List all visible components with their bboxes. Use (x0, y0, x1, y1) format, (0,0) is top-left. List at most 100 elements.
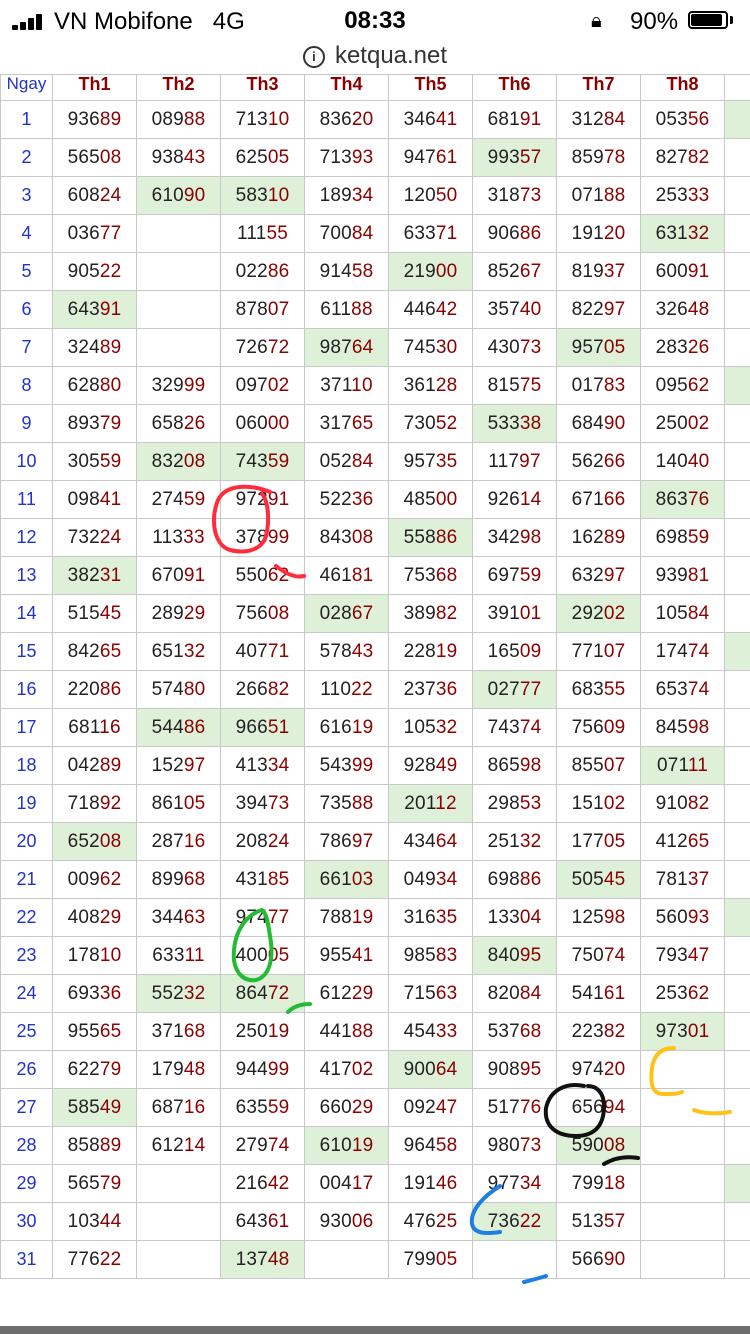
result-cell: 64391 (52, 290, 137, 329)
result-head-digits: 893 (67, 412, 100, 434)
result-cell: 73224 (52, 518, 137, 557)
result-cell: 97420 (556, 1050, 641, 1089)
result-tail-digits: 91 (99, 298, 122, 320)
result-head-digits: 431 (235, 868, 268, 890)
result-head-digits: 632 (571, 564, 604, 586)
row-day: 9 (0, 404, 53, 443)
results-table-container[interactable]: Ngay Th1 Th2 Th3 Th4 Th5 Th6 Th7 Th8 1 93689 08988… (0, 74, 750, 1279)
result-tail-digits: 89 (99, 108, 122, 130)
result-tail-digits: 53 (519, 792, 542, 814)
result-head-digits: 316 (403, 906, 436, 928)
result-tail-digits: 71 (267, 640, 290, 662)
result-tail-digits: 75 (519, 374, 542, 396)
result-cell: 61619 (304, 708, 389, 747)
result-cell: 47625 (388, 1202, 473, 1241)
result-tail-digits: 19 (351, 716, 374, 738)
row-day: 29 (0, 1164, 53, 1203)
result-cell: 28326 (640, 328, 725, 367)
result-cell: 56508 (52, 138, 137, 177)
result-head-digits: 827 (655, 146, 688, 168)
result-cell: 10532 (388, 708, 473, 747)
result-cell: 52236 (304, 480, 389, 519)
result-cell: 40829 (52, 898, 137, 937)
result-cell (472, 1240, 557, 1279)
result-cell: 78697 (304, 822, 389, 861)
result-cell: 66029 (304, 1088, 389, 1127)
result-tail-digits: 83 (603, 374, 626, 396)
row-day: 23 (0, 936, 53, 975)
result-tail-digits: 43 (183, 146, 206, 168)
result-head-digits: 089 (151, 108, 184, 130)
result-tail-digits: 06 (351, 1210, 374, 1232)
result-cell: 43185 (220, 860, 305, 899)
result-head-digits: 223 (571, 1020, 604, 1042)
result-tail-digits: 99 (267, 526, 290, 548)
result-cell: 17810 (52, 936, 137, 975)
table-row: 16 22086 57480 26682 11022 23736 02777 68355 653… (0, 670, 750, 709)
result-tail-digits: 19 (435, 640, 458, 662)
result-cell: 01783 (556, 366, 641, 405)
result-head-digits: 060 (235, 412, 268, 434)
result-cell: 04934 (388, 860, 473, 899)
info-icon[interactable]: i (302, 46, 325, 68)
result-head-digits: 732 (67, 526, 100, 548)
result-tail-digits: 08 (267, 602, 290, 624)
result-head-digits: 110 (320, 678, 352, 700)
result-tail-digits: 61 (603, 982, 626, 1004)
result-tail-digits: 84 (687, 602, 710, 624)
result-head-digits: 250 (235, 1020, 268, 1042)
result-head-digits: 318 (487, 184, 520, 206)
result-head-digits: 753 (403, 564, 436, 586)
result-cell: 00962 (52, 860, 137, 899)
result-head-digits: 633 (403, 222, 436, 244)
result-cell: 54486 (136, 708, 221, 747)
result-head-digits: 004 (319, 1172, 352, 1194)
result-head-digits: 287 (151, 830, 184, 852)
table-row: 8 62880 32999 09702 37110 36128 81575 01783 0956… (0, 366, 750, 405)
result-head-digits: 987 (319, 336, 352, 358)
result-head-digits: 201 (404, 792, 436, 814)
result-cell: 61090 (136, 176, 221, 215)
result-head-digits: 537 (487, 1020, 520, 1042)
result-head-digits: 565 (67, 1172, 100, 1194)
result-head-digits: 558 (403, 526, 436, 548)
result-head-digits: 522 (319, 488, 352, 510)
result-tail-digits: 81 (687, 564, 710, 586)
address-bar[interactable]: i ketqua.net (0, 42, 750, 74)
result-head-digits: 611 (320, 298, 352, 320)
result-cell: 68191 (472, 100, 557, 139)
result-cell: 98583 (388, 936, 473, 975)
row-day: 13 (0, 556, 53, 595)
row-day: 7 (0, 328, 53, 367)
result-cell: 68716 (136, 1088, 221, 1127)
result-cell: 62279 (52, 1050, 137, 1089)
result-head-digits: 693 (67, 982, 100, 1004)
result-tail-digits: 05 (603, 830, 626, 852)
result-head-digits: 698 (487, 868, 520, 890)
header-th3: Th3 (220, 74, 305, 101)
result-cell: 18934 (304, 176, 389, 215)
result-cell: 07188 (556, 176, 641, 215)
result-cell: 63559 (220, 1088, 305, 1127)
result-head-digits: 635 (235, 1096, 268, 1118)
result-cell: 65826 (136, 404, 221, 443)
result-cell: 15102 (556, 784, 641, 823)
result-tail-digits: 05 (603, 336, 626, 358)
result-tail-digits: 08 (603, 1134, 626, 1156)
result-head-digits: 105 (655, 602, 688, 624)
result-head-digits: 120 (403, 184, 436, 206)
result-cell: 55232 (136, 974, 221, 1013)
result-tail-digits: 73 (519, 1134, 542, 1156)
result-head-digits: 140 (655, 450, 688, 472)
result-tail-digits: 47 (687, 944, 710, 966)
result-tail-digits: 16 (99, 716, 121, 738)
result-tail-digits: 22 (99, 1248, 122, 1270)
result-cell (640, 1164, 725, 1203)
result-tail-digits: 14 (183, 1134, 206, 1156)
result-tail-digits: 74 (519, 716, 542, 738)
result-cell: 98073 (472, 1126, 557, 1165)
result-head-digits: 840 (487, 944, 520, 966)
results-table: Ngay Th1 Th2 Th3 Th4 Th5 Th6 Th7 Th8 1 93689 08988… (0, 74, 750, 1279)
row-day: 28 (0, 1126, 53, 1165)
result-cell: 06000 (220, 404, 305, 443)
